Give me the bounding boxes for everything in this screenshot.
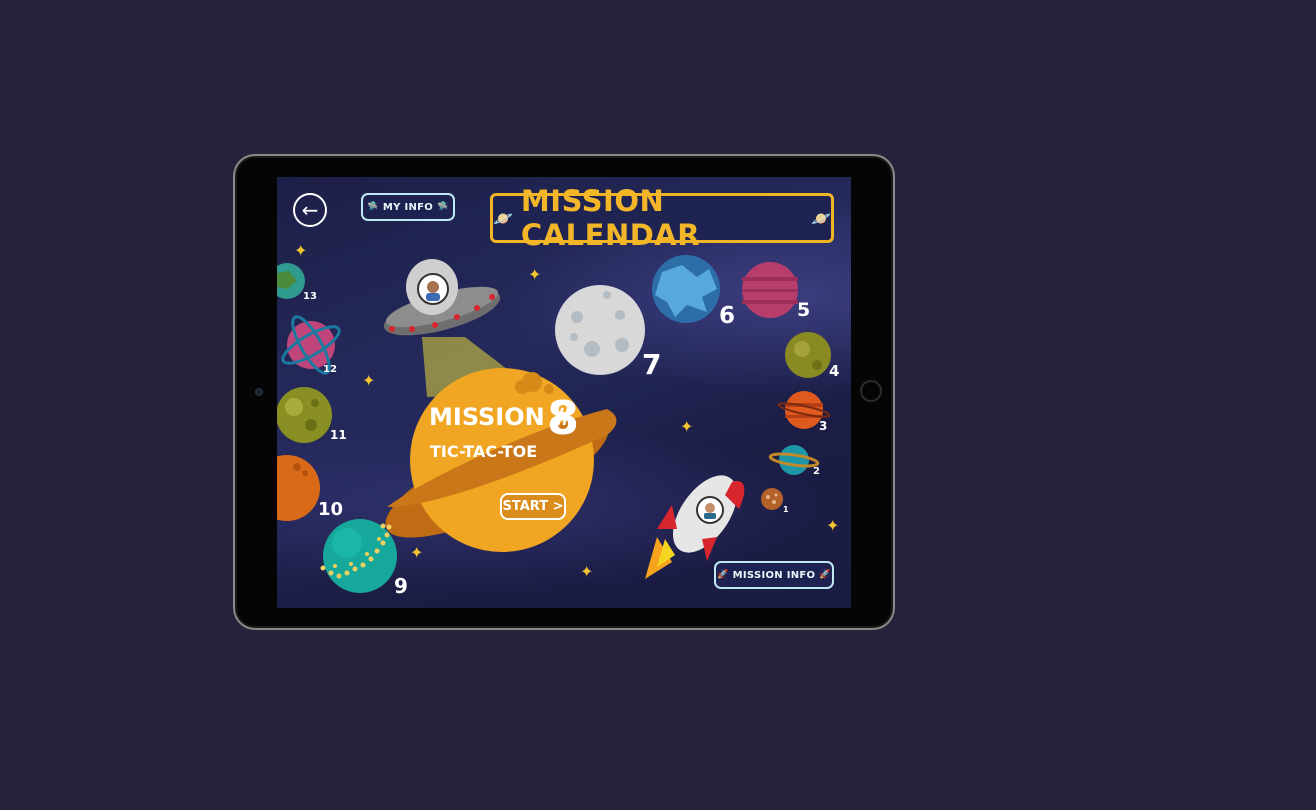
planet-13[interactable] (277, 263, 305, 299)
planet-5-number: 5 (797, 299, 811, 321)
planet-11-number: 11 (330, 428, 347, 442)
mission-info-label: MISSION INFO (732, 569, 816, 581)
star-icon: ✦ (580, 562, 594, 581)
planet-12-number: 12 (323, 364, 337, 375)
mission-info-button[interactable]: 🚀 MISSION INFO 🚀 (714, 561, 834, 589)
ufo-icon: 🛸 (367, 202, 379, 212)
planet-icon: 🪐 (493, 208, 513, 228)
planet-11[interactable] (277, 387, 332, 443)
planet-5[interactable] (742, 262, 798, 318)
planet-6-number: 6 (719, 303, 736, 329)
planet-10[interactable] (277, 455, 320, 521)
my-info-button[interactable]: 🛸 MY INFO 🛸 (361, 193, 455, 221)
my-info-label: MY INFO (382, 201, 434, 213)
planet-7[interactable] (555, 285, 645, 375)
planet-2-number: 2 (813, 466, 820, 477)
rocket-icon: 🚀 (819, 570, 831, 580)
game-screen: ✦ ✦ ✦ ✦ ✦ ✦ ✦ ← 🛸 MY INFO 🛸 🪐 MISSION CA… (277, 177, 851, 608)
planet-icon: 🪐 (811, 208, 831, 228)
rocket-icon: 🚀 (717, 570, 729, 580)
back-button[interactable]: ← (293, 193, 327, 227)
page-title: MISSION CALENDAR (520, 184, 701, 252)
planet-7-number: 7 (642, 348, 662, 381)
arrow-left-icon: ← (301, 198, 319, 222)
star-icon: ✦ (410, 543, 424, 562)
planet-9-number: 9 (394, 574, 408, 598)
page-title-banner: 🪐 MISSION CALENDAR 🪐 (490, 184, 834, 252)
planet-10-number: 10 (318, 499, 344, 520)
planet-3-number: 3 (819, 419, 828, 433)
mission-name: TIC-TAC-TOE (430, 442, 538, 461)
star-icon: ✦ (826, 516, 840, 535)
planet-4-number: 4 (829, 362, 840, 380)
star-icon: ✦ (362, 371, 376, 390)
planet-4[interactable] (785, 332, 831, 378)
planet-1-number: 1 (783, 505, 789, 514)
mission-number: 8 (547, 391, 580, 445)
star-icon: ✦ (528, 265, 542, 284)
tablet-camera (256, 389, 262, 395)
star-icon: ✦ (294, 241, 308, 260)
ufo-icon: 🛸 (437, 202, 449, 212)
planet-2[interactable] (768, 445, 820, 475)
planet-9[interactable] (320, 519, 398, 593)
ufo-icon (383, 259, 501, 336)
start-button[interactable]: START > (500, 493, 566, 520)
star-icon: ✦ (680, 417, 694, 436)
planet-13-number: 13 (303, 291, 317, 302)
planet-6[interactable] (652, 255, 720, 323)
planet-1[interactable] (761, 488, 783, 510)
tablet-home-button (860, 380, 882, 402)
